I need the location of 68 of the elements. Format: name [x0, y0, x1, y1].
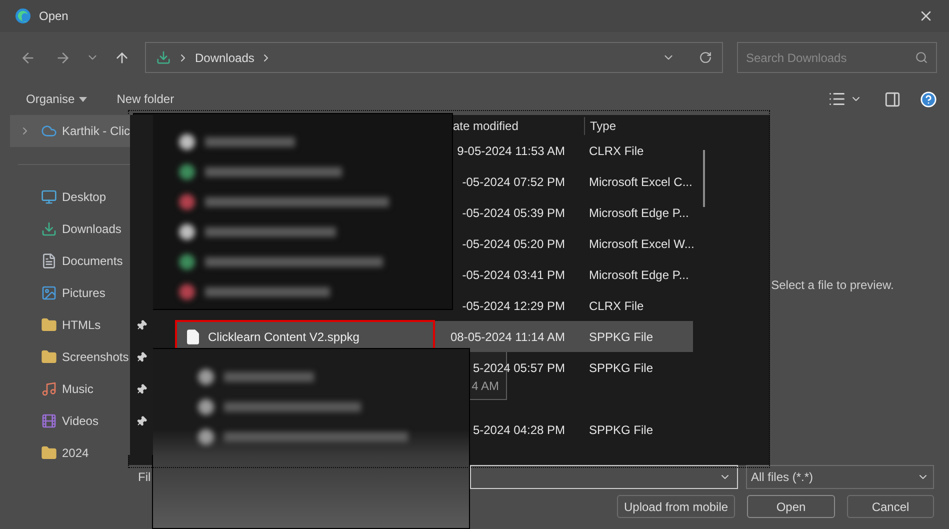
sidebar-item[interactable]: Downloads	[10, 213, 130, 245]
download-icon	[156, 50, 171, 65]
date-cell: -05-2024 03:41 PM	[462, 268, 565, 282]
sidebar-item[interactable]: Documents	[10, 245, 130, 277]
preview-pane-icon[interactable]	[884, 90, 901, 108]
date-cell: 08-05-2024 11:14 AM	[450, 330, 565, 344]
type-cell: CLRX File	[589, 298, 644, 312]
new-folder-button[interactable]: New folder	[116, 90, 174, 108]
cloud-icon	[40, 123, 57, 139]
type-cell: SPPKG File	[589, 422, 654, 436]
help-icon[interactable]	[920, 90, 937, 108]
preview-message: Select a file to preview.	[771, 277, 894, 294]
file-row[interactable]: Clicklearn Content V2.sppkg 08-05-2024 11:14 AM SPPKG File	[175, 321, 693, 352]
dialog-button[interactable]: Cancel	[847, 495, 934, 518]
dialog-button[interactable]: Open	[747, 495, 835, 518]
type-cell: CLRX File	[589, 144, 644, 158]
type-cell: Microsoft Edge P...	[589, 268, 689, 282]
tooltip-text: 4 AM	[472, 378, 499, 395]
date-cell: -05-2024 07:52 PM	[462, 174, 565, 188]
sidebar-item[interactable]: Music	[10, 373, 130, 405]
search-field[interactable]: Search Downloads	[737, 42, 937, 73]
sidebar-item[interactable]: Pictures	[10, 277, 130, 309]
folder-icon	[41, 349, 57, 365]
organise-button[interactable]: Organise	[26, 90, 87, 108]
file-type-dropdown[interactable]: All files (*.*)	[746, 465, 934, 489]
sidebar-item[interactable]: Screenshots	[10, 341, 130, 373]
sidebar-item[interactable]: 2024	[10, 437, 130, 469]
date-cell: 5-2024 04:28 PM	[472, 422, 565, 436]
type-cell: SPPKG File	[589, 360, 654, 374]
caret-icon	[78, 96, 87, 102]
swirl-logo-icon	[15, 8, 31, 24]
file-icon	[185, 328, 201, 344]
monitor-icon	[41, 189, 57, 205]
type-cell: Microsoft Excel C...	[589, 174, 692, 188]
sidebar-item[interactable]: Desktop	[10, 181, 130, 213]
scrollbar-thumb[interactable]	[703, 150, 705, 207]
film-icon	[41, 413, 57, 429]
sidebar-item[interactable]: Karthik - Clic	[10, 115, 130, 147]
date-cell: -05-2024 05:39 PM	[462, 206, 565, 220]
column-header[interactable]: Type	[585, 117, 616, 135]
sidebar-item[interactable]: Videos	[10, 405, 130, 437]
breadcrumb[interactable]: Downloads	[195, 48, 254, 66]
download-icon	[41, 221, 57, 237]
sidebar-item[interactable]: HTMLs	[10, 309, 130, 341]
type-cell: SPPKG File	[589, 330, 654, 344]
back-icon[interactable]	[20, 50, 36, 66]
folder-icon	[41, 445, 57, 461]
search-icon[interactable]	[915, 51, 928, 64]
column-header[interactable]: ate modified	[453, 119, 518, 133]
date-cell: -05-2024 12:29 PM	[462, 298, 565, 312]
date-cell: 5-2024 05:57 PM	[472, 360, 565, 374]
folder-icon	[41, 317, 57, 333]
music-icon	[41, 381, 57, 397]
refresh-icon[interactable]	[699, 51, 712, 64]
window-title: Open	[39, 8, 68, 25]
document-icon	[41, 253, 57, 269]
date-cell: -05-2024 05:20 PM	[462, 236, 565, 250]
dialog-button[interactable]: Upload from mobile	[617, 495, 735, 518]
field-label: Fil	[138, 469, 152, 486]
address-bar[interactable]: Downloads	[145, 42, 723, 73]
file-name-field[interactable]	[470, 465, 738, 489]
forward-icon[interactable]	[55, 50, 71, 66]
list-view-icon[interactable]	[828, 90, 846, 108]
type-cell: Microsoft Edge P...	[589, 206, 689, 220]
image-icon	[41, 285, 57, 301]
up-icon[interactable]	[114, 50, 130, 66]
date-cell: 9-05-2024 11:53 AM	[457, 144, 565, 158]
type-cell: Microsoft Excel W...	[589, 236, 694, 250]
